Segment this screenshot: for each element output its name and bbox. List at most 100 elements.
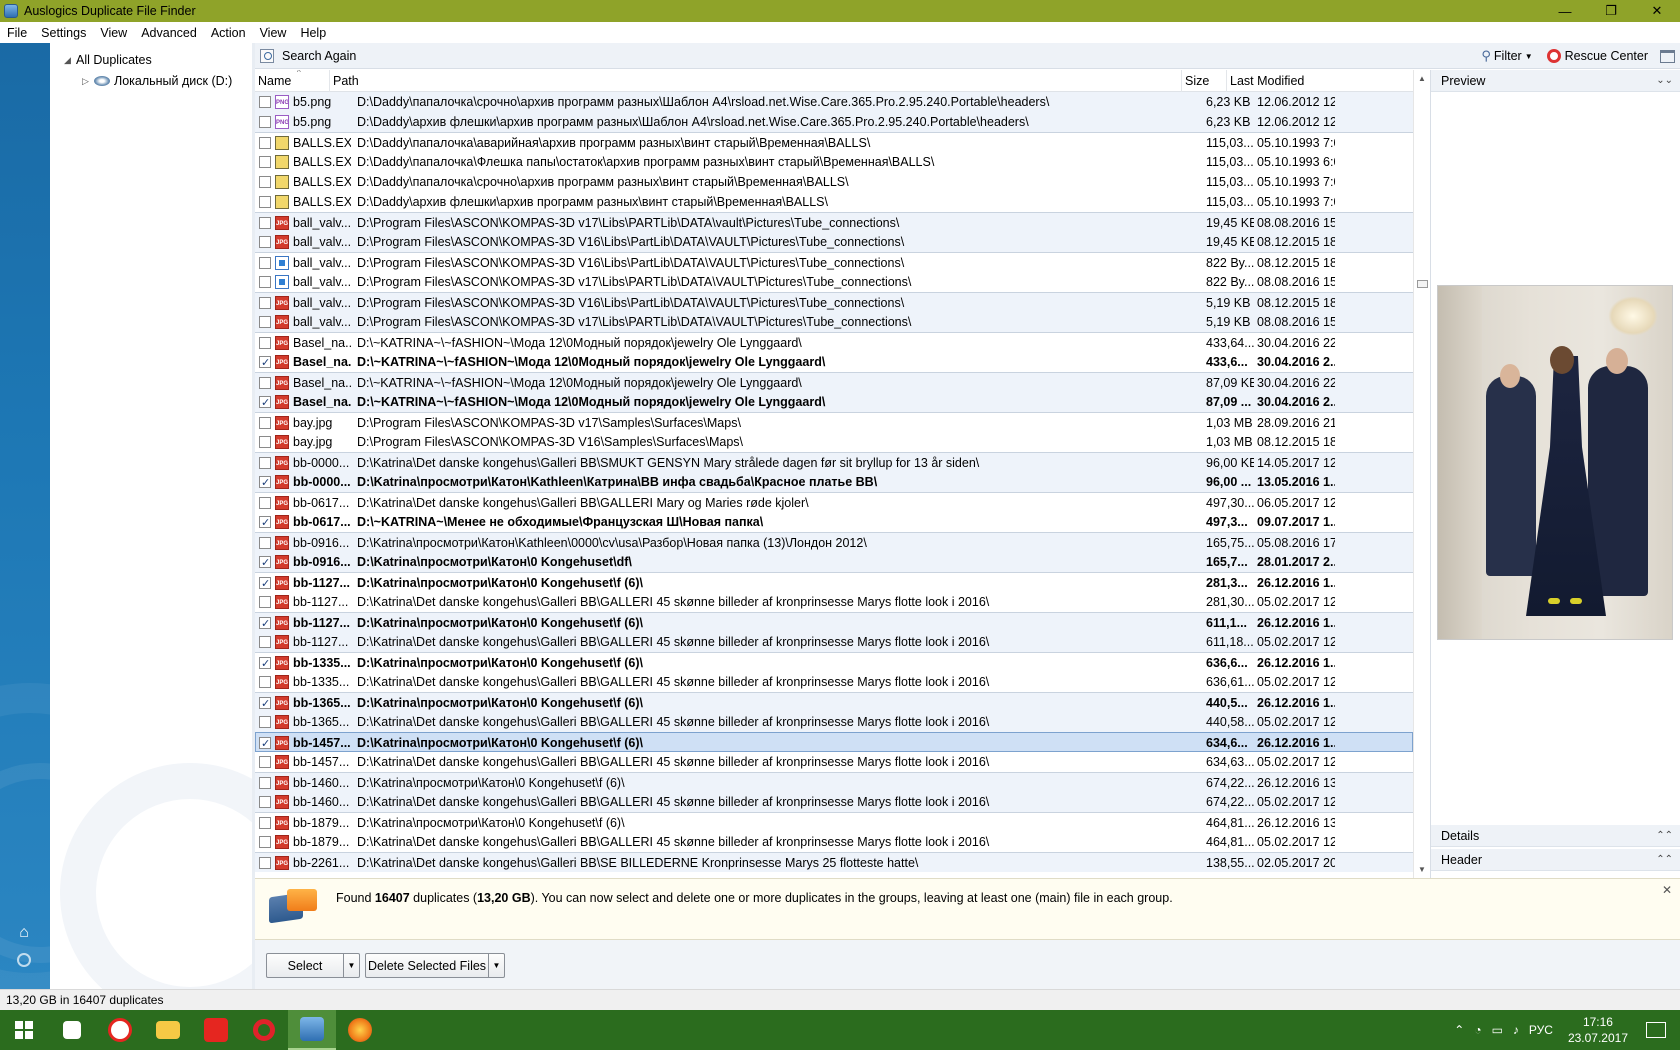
row-checkbox[interactable] <box>259 396 271 408</box>
table-row[interactable]: BALLS.EXE D:\Daddy\папалочка\аварийная\ар… <box>255 132 1413 152</box>
chevron-up-icon[interactable]: ⌃⌃ <box>1656 849 1673 871</box>
row-checkbox[interactable] <box>259 156 271 168</box>
row-checkbox[interactable] <box>259 297 271 309</box>
table-row[interactable]: JPG bb-1335... D:\Katrina\Det danske konge… <box>255 672 1413 692</box>
table-row[interactable]: PNG b5.png D:\Daddy\папалочка\срочно\архив… <box>255 92 1413 112</box>
table-row[interactable]: JPG bb-1460... D:\Katrina\просмотри\Катон\… <box>255 772 1413 792</box>
table-row[interactable]: ball_valv... D:\Program Files\ASCON\KOMPA… <box>255 272 1413 292</box>
table-row[interactable]: JPG bb-1457... D:\Katrina\Det danske konge… <box>255 752 1413 772</box>
row-checkbox[interactable] <box>259 176 271 188</box>
row-checkbox[interactable] <box>259 857 271 869</box>
row-checkbox[interactable] <box>259 497 271 509</box>
tree-root[interactable]: ◢ All Duplicates <box>64 51 152 69</box>
table-row[interactable]: JPG bb-1365... D:\Katrina\просмотри\Катон\… <box>255 692 1413 712</box>
header-section[interactable]: Header ⌃⌃ <box>1431 849 1680 871</box>
table-row[interactable]: JPG bay.jpg D:\Program Files\ASCON\KOMPAS-… <box>255 432 1413 452</box>
sync-icon[interactable]: ◔ <box>1474 1023 1481 1037</box>
table-row[interactable]: BALLS.EXE D:\Daddy\папалочка\срочно\архив… <box>255 172 1413 192</box>
table-row[interactable]: JPG ball_valv... D:\Program Files\ASCON\KO… <box>255 212 1413 232</box>
row-checkbox[interactable] <box>259 516 271 528</box>
scroll-down-icon[interactable]: ▼ <box>1418 865 1426 874</box>
row-checkbox[interactable] <box>259 556 271 568</box>
search-again-button[interactable]: Search Again <box>255 48 356 63</box>
duplicate-finder-taskbar-icon[interactable] <box>288 1010 336 1050</box>
table-row[interactable]: JPG bb-0000... D:\Katrina\просмотри\Катон\… <box>255 472 1413 492</box>
rescue-center-button[interactable]: Rescue Center <box>1533 49 1648 63</box>
scroll-thumb[interactable] <box>1417 280 1428 288</box>
help-icon[interactable] <box>17 953 31 967</box>
table-row[interactable]: JPG bb-1127... D:\Katrina\Det danske konge… <box>255 592 1413 612</box>
chevron-down-icon[interactable]: ⌄⌄ <box>1656 70 1673 92</box>
home-icon[interactable]: ⌂ <box>15 925 33 941</box>
table-row[interactable]: JPG bb-2261... D:\Katrina\Det danske konge… <box>255 852 1413 872</box>
firefox-icon[interactable] <box>336 1010 384 1050</box>
row-checkbox[interactable] <box>259 356 271 368</box>
row-checkbox[interactable] <box>259 457 271 469</box>
table-row[interactable]: JPG bb-1127... D:\Katrina\просмотри\Катон\… <box>255 612 1413 632</box>
row-checkbox[interactable] <box>259 817 271 829</box>
clock[interactable]: 17:16 23.07.2017 <box>1568 1014 1628 1046</box>
row-checkbox[interactable] <box>259 337 271 349</box>
table-row[interactable]: JPG ball_valv... D:\Program Files\ASCON\KO… <box>255 292 1413 312</box>
volume-icon[interactable]: ♪ <box>1513 1023 1519 1037</box>
row-checkbox[interactable] <box>259 737 271 749</box>
menu-help[interactable]: Help <box>293 26 333 40</box>
column-header-size[interactable]: Size <box>1182 70 1227 92</box>
row-checkbox[interactable] <box>259 836 271 848</box>
row-checkbox[interactable] <box>259 137 271 149</box>
menu-view-2[interactable]: View <box>253 26 294 40</box>
table-row[interactable]: JPG bb-1879... D:\Katrina\просмотри\Катон\… <box>255 812 1413 832</box>
row-checkbox[interactable] <box>259 316 271 328</box>
chevron-up-icon[interactable]: ⌃ <box>1454 1023 1464 1037</box>
panel-toggle-icon[interactable] <box>1660 49 1675 63</box>
menu-view[interactable]: View <box>93 26 134 40</box>
table-row[interactable]: JPG bb-1457... D:\Katrina\просмотри\Катон\… <box>255 732 1413 752</box>
table-row[interactable]: JPG ball_valv... D:\Program Files\ASCON\KO… <box>255 232 1413 252</box>
row-checkbox[interactable] <box>259 217 271 229</box>
table-row[interactable]: JPG Basel_na... D:\~KATRINA~\~fASHION~\Мод… <box>255 392 1413 412</box>
table-row[interactable]: JPG bb-1460... D:\Katrina\Det danske konge… <box>255 792 1413 812</box>
menu-advanced[interactable]: Advanced <box>134 26 204 40</box>
select-button[interactable]: Select <box>266 953 344 978</box>
table-row[interactable]: JPG bb-1335... D:\Katrina\просмотри\Катон\… <box>255 652 1413 672</box>
row-checkbox[interactable] <box>259 636 271 648</box>
select-dropdown-icon[interactable]: ▼ <box>344 953 360 978</box>
chevron-up-icon[interactable]: ⌃⌃ <box>1656 825 1673 847</box>
table-row[interactable]: ball_valv... D:\Program Files\ASCON\KOMPA… <box>255 252 1413 272</box>
table-row[interactable]: JPG bb-1365... D:\Katrina\Det danske konge… <box>255 712 1413 732</box>
row-checkbox[interactable] <box>259 196 271 208</box>
preview-header[interactable]: Preview ⌄⌄ <box>1431 70 1680 92</box>
table-row[interactable]: JPG bb-0916... D:\Katrina\просмотри\Катон\… <box>255 552 1413 572</box>
row-checkbox[interactable] <box>259 756 271 768</box>
row-checkbox[interactable] <box>259 116 271 128</box>
scroll-up-icon[interactable]: ▲ <box>1418 74 1426 83</box>
row-checkbox[interactable] <box>259 796 271 808</box>
table-row[interactable]: PNG b5.png D:\Daddy\архив флешки\архив про… <box>255 112 1413 132</box>
row-checkbox[interactable] <box>259 657 271 669</box>
row-checkbox[interactable] <box>259 257 271 269</box>
opera-icon[interactable] <box>240 1010 288 1050</box>
table-row[interactable]: JPG bb-0916... D:\Katrina\просмотри\Катон\… <box>255 532 1413 552</box>
table-row[interactable]: BALLS.EXE D:\Daddy\папалочка\Флешка папы\… <box>255 152 1413 172</box>
details-header[interactable]: Details ⌃⌃ <box>1431 825 1680 847</box>
table-row[interactable]: JPG Basel_na... D:\~KATRINA~\~fASHION~\Мод… <box>255 352 1413 372</box>
row-checkbox[interactable] <box>259 476 271 488</box>
filter-button[interactable]: ⚲ Filter ▼ <box>1481 48 1532 64</box>
table-row[interactable]: JPG bb-0000... D:\Katrina\Det danske konge… <box>255 452 1413 472</box>
row-checkbox[interactable] <box>259 96 271 108</box>
minimize-button[interactable]: — <box>1542 0 1588 22</box>
close-button[interactable]: ✕ <box>1634 0 1680 22</box>
network-icon[interactable]: ▭ <box>1492 1023 1503 1037</box>
row-checkbox[interactable] <box>259 436 271 448</box>
tree-node-disk[interactable]: ▷ Локальный диск (D:) <box>82 72 232 90</box>
table-row[interactable]: JPG bb-0617... D:\~KATRINA~\Менее не обход… <box>255 512 1413 532</box>
table-row[interactable]: JPG bb-1127... D:\Katrina\просмотри\Катон\… <box>255 572 1413 592</box>
yandex-browser-icon[interactable] <box>96 1010 144 1050</box>
menu-action[interactable]: Action <box>204 26 253 40</box>
row-checkbox[interactable] <box>259 777 271 789</box>
row-checkbox[interactable] <box>259 577 271 589</box>
menu-settings[interactable]: Settings <box>34 26 93 40</box>
file-explorer-icon[interactable] <box>144 1010 192 1050</box>
vertical-scrollbar[interactable]: ▲ ▼ <box>1413 70 1430 878</box>
row-checkbox[interactable] <box>259 676 271 688</box>
